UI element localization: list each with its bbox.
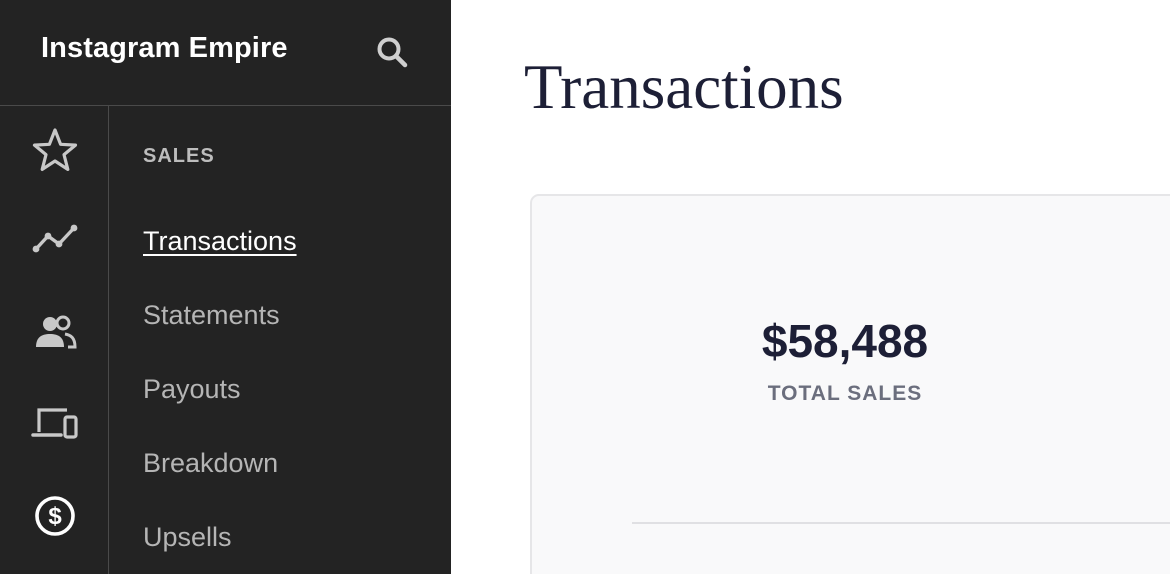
search-icon — [377, 37, 408, 68]
total-sales-value: $58,488 — [761, 315, 929, 367]
star-icon — [32, 128, 78, 172]
sales-summary-card: $58,488 TOTAL SALES — [530, 194, 1170, 574]
nav-item-upsells[interactable]: Upsells — [143, 522, 232, 553]
rail-item-analytics[interactable] — [30, 214, 80, 264]
search-button[interactable] — [374, 34, 410, 70]
page-title: Transactions — [524, 52, 844, 122]
people-icon — [36, 315, 77, 349]
sales-nav: SALES Transactions Statements Payouts Br… — [109, 106, 451, 574]
devices-icon — [31, 408, 78, 439]
rail-item-customers[interactable] — [30, 307, 80, 357]
icon-rail: $ — [0, 106, 109, 574]
dollar-circle-icon: $ — [35, 496, 75, 536]
rail-item-sales[interactable]: $ — [30, 491, 80, 541]
trend-line-icon — [32, 224, 78, 253]
nav-item-statements[interactable]: Statements — [143, 300, 280, 331]
card-divider — [632, 522, 1170, 524]
svg-text:$: $ — [48, 503, 62, 530]
total-sales-label: TOTAL SALES — [767, 382, 923, 405]
app-root: Instagram Empire $ SALES Transactions St… — [0, 0, 1170, 574]
nav-item-transactions[interactable]: Transactions — [143, 226, 297, 257]
app-title: Instagram Empire — [41, 32, 288, 64]
rail-item-devices[interactable] — [30, 398, 80, 448]
sidebar-header: Instagram Empire — [0, 0, 451, 106]
main-content: Transactions $58,488 TOTAL SALES — [451, 0, 1170, 574]
nav-item-payouts[interactable]: Payouts — [143, 374, 241, 405]
nav-section-sales: SALES — [143, 145, 215, 167]
nav-item-breakdown[interactable]: Breakdown — [143, 448, 278, 479]
sidebar: Instagram Empire $ SALES Transactions St… — [0, 0, 451, 574]
rail-item-favorites[interactable] — [30, 126, 80, 176]
